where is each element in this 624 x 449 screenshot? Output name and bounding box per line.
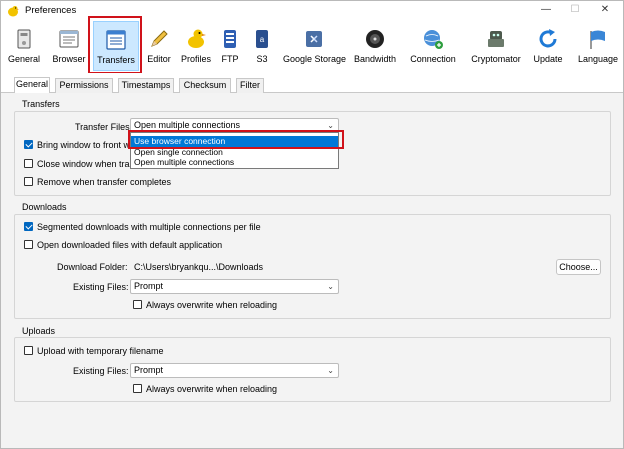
download-folder-path: C:\Users\bryankqu...\Downloads	[134, 262, 264, 272]
connection-icon	[424, 30, 443, 49]
language-icon	[590, 30, 605, 49]
temp-filename-checkbox[interactable]	[24, 346, 33, 355]
chevron-down-icon: ⌄	[327, 282, 334, 291]
downloads-group-title: Downloads	[22, 202, 67, 212]
toolbar-connection[interactable]: Connection	[408, 21, 458, 71]
svg-text:a: a	[260, 35, 265, 44]
transfers-annotation-box	[88, 16, 142, 74]
ftp-icon	[224, 30, 236, 48]
browser-icon	[59, 30, 79, 48]
downloads-existing-files-select[interactable]: Prompt ⌄	[130, 279, 339, 294]
segmented-downloads-checkbox[interactable]	[24, 222, 33, 231]
bring-window-label: Bring window to front w	[37, 140, 131, 150]
downloads-existing-files-value: Prompt	[134, 281, 164, 291]
toolbar-browser[interactable]: Browser	[49, 21, 89, 71]
transfers-group-title: Transfers	[22, 99, 60, 109]
segmented-downloads-label: Segmented downloads with multiple connec…	[37, 222, 261, 232]
uploads-group-title: Uploads	[22, 326, 56, 336]
toolbar-label: Language	[577, 54, 619, 64]
open-downloaded-checkbox[interactable]	[24, 240, 33, 249]
profiles-icon	[188, 29, 206, 48]
toolbar-label: Cryptomator	[471, 54, 521, 64]
toolbar-label: Connection	[410, 54, 456, 64]
choose-folder-button[interactable]: Choose...	[556, 259, 601, 275]
toolbar-label: General	[7, 54, 41, 64]
remove-complete-checkbox[interactable]	[24, 177, 33, 186]
uploads-overwrite-checkbox[interactable]	[133, 384, 142, 393]
uploads-existing-files-select[interactable]: Prompt ⌄	[130, 363, 339, 378]
tab-permissions[interactable]: Permissions	[55, 78, 113, 93]
cryptomator-icon	[488, 31, 504, 47]
bandwidth-icon	[366, 30, 384, 48]
close-window-label: Close window when tran	[37, 159, 135, 169]
update-icon	[539, 29, 557, 48]
toolbar-label: Update	[533, 54, 563, 64]
chevron-down-icon: ⌄	[327, 366, 334, 375]
close-window-checkbox[interactable]	[24, 159, 33, 168]
tab-bar: General Permissions Timestamps Checksum …	[1, 73, 623, 94]
uploads-existing-files-value: Prompt	[134, 365, 164, 375]
tab-checksum[interactable]: Checksum	[179, 78, 231, 93]
downloads-overwrite-label: Always overwrite when reloading	[146, 300, 278, 310]
toolbar-label: S3	[256, 54, 268, 64]
tab-filter[interactable]: Filter	[236, 78, 264, 93]
existing-files-label: Existing Files:	[73, 282, 129, 292]
toolbar-update[interactable]: Update	[531, 21, 565, 71]
toolbar-label: Profiles	[180, 54, 211, 64]
toolbar-general[interactable]: General	[5, 21, 43, 71]
toolbar-google-storage[interactable]: Google Storage	[283, 21, 347, 71]
preferences-window: Preferences — ☐ ✕ General Browser Transf…	[0, 0, 624, 449]
close-button[interactable]: ✕	[597, 3, 613, 17]
toolbar-language[interactable]: Language	[577, 21, 619, 71]
download-folder-label: Download Folder:	[57, 262, 128, 272]
toolbar-bandwidth[interactable]: Bandwidth	[352, 21, 398, 71]
app-icon	[8, 6, 19, 17]
uploads-overwrite-label: Always overwrite when reloading	[146, 384, 278, 394]
tab-timestamps[interactable]: Timestamps	[118, 78, 174, 93]
transfer-files-value: Open multiple connections	[134, 120, 241, 130]
general-icon	[17, 29, 31, 49]
dropdown-annotation-box	[128, 130, 344, 149]
remove-complete-label: Remove when transfer completes	[37, 177, 172, 187]
minimize-button[interactable]: —	[538, 3, 554, 17]
bring-window-checkbox[interactable]	[24, 140, 33, 149]
toolbar-label: Browser	[52, 54, 86, 64]
toolbar-profiles[interactable]: Profiles	[179, 21, 213, 71]
toolbar-label: Bandwidth	[353, 54, 397, 64]
toolbar-cryptomator[interactable]: Cryptomator	[469, 21, 523, 71]
option-open-multiple-connections[interactable]: Open multiple connections	[131, 157, 338, 168]
open-downloaded-label: Open downloaded files with default appli…	[37, 240, 223, 250]
google-storage-icon	[306, 31, 322, 47]
temp-filename-label: Upload with temporary filename	[37, 346, 164, 356]
tab-general[interactable]: General	[14, 77, 50, 94]
transfer-files-label: Transfer Files:	[75, 122, 133, 132]
toolbar-editor[interactable]: Editor	[144, 21, 174, 71]
window-title: Preferences	[25, 5, 77, 16]
toolbar-label: Google Storage	[283, 54, 347, 64]
toolbar-label: FTP	[221, 54, 239, 64]
uploads-existing-files-label: Existing Files:	[73, 366, 129, 376]
toolbar-s3[interactable]: a S3	[249, 21, 275, 71]
downloads-overwrite-checkbox[interactable]	[133, 300, 142, 309]
editor-icon	[151, 30, 168, 47]
toolbar-label: Editor	[147, 54, 171, 64]
maximize-button[interactable]: ☐	[567, 3, 583, 17]
s3-icon: a	[256, 30, 268, 48]
toolbar-ftp[interactable]: FTP	[217, 21, 243, 71]
